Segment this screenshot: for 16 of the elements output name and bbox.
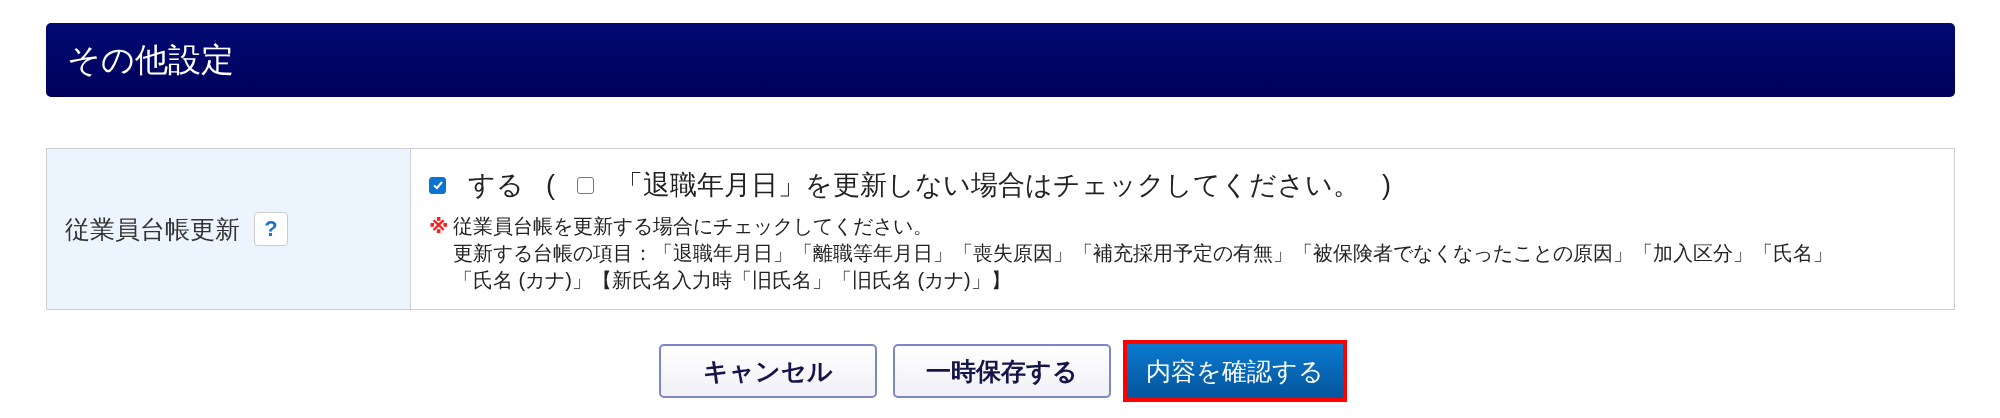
note-text: 従業員台帳を更新する場合にチェックしてください。 xyxy=(453,214,933,239)
help-button[interactable]: ? xyxy=(254,212,288,246)
checkbox[interactable] xyxy=(429,176,446,194)
note-text: 更新する台帳の項目：「退職年月日」「離職等年月日」「喪失原因」「補充採用予定の有無」「被保険者でなくなったことの原因」「加入区分」「氏名」 xyxy=(453,242,1833,264)
section-title: その他設定 xyxy=(46,23,1955,97)
checkbox[interactable] xyxy=(577,176,594,194)
action-button[interactable]: 一時保存する xyxy=(892,344,1111,398)
note-text: 「氏名 (カナ)」【新氏名入力時「旧氏名」「旧氏名 (カナ)」】 xyxy=(453,269,1011,291)
checkbox-label: 「退職年月日」を更新しない場合はチェックしてください。 xyxy=(616,169,1360,202)
checkbox-label: する xyxy=(468,169,524,202)
action-button[interactable]: キャンセル xyxy=(658,344,877,398)
check-icon xyxy=(431,179,444,191)
parenthesis: ( xyxy=(546,169,555,201)
parenthesis: ) xyxy=(1382,169,1391,201)
field-label: 従業員台帳更新 xyxy=(65,213,240,245)
note-mark: ※ xyxy=(429,214,450,239)
